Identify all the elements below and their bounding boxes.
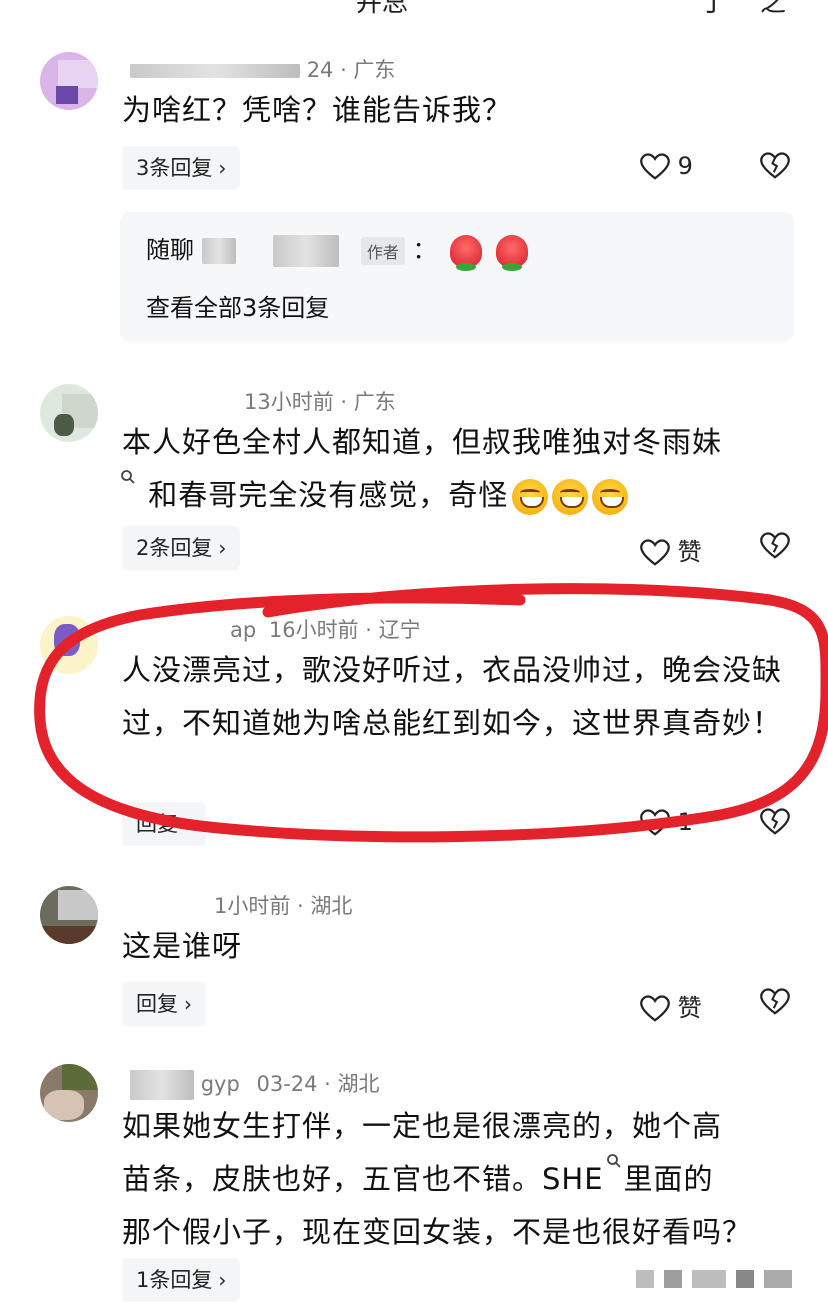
comment-text: 如果她女生打伴，一定也是很漂亮的，她个高 苗条，皮肤也好，五官也不错。SHE 里面…	[122, 1109, 753, 1249]
view-replies-button[interactable]: 1条回复 ›	[122, 1258, 241, 1302]
avatar[interactable]	[40, 1064, 98, 1122]
watermark	[636, 1270, 802, 1292]
comment-meta: 1小时前 · 湖北	[214, 894, 353, 918]
reply-button[interactable]: 回复 ›	[122, 982, 206, 1026]
heart-icon	[640, 995, 670, 1022]
comment-text: 这是谁呀	[122, 929, 243, 963]
search-icon	[606, 1154, 621, 1168]
avatar[interactable]	[40, 886, 98, 944]
like-button[interactable]: 赞	[640, 988, 702, 1023]
comment-meta: gyp 03-24 · 湖北	[130, 1068, 380, 1100]
broken-heart-icon[interactable]	[760, 988, 790, 1016]
